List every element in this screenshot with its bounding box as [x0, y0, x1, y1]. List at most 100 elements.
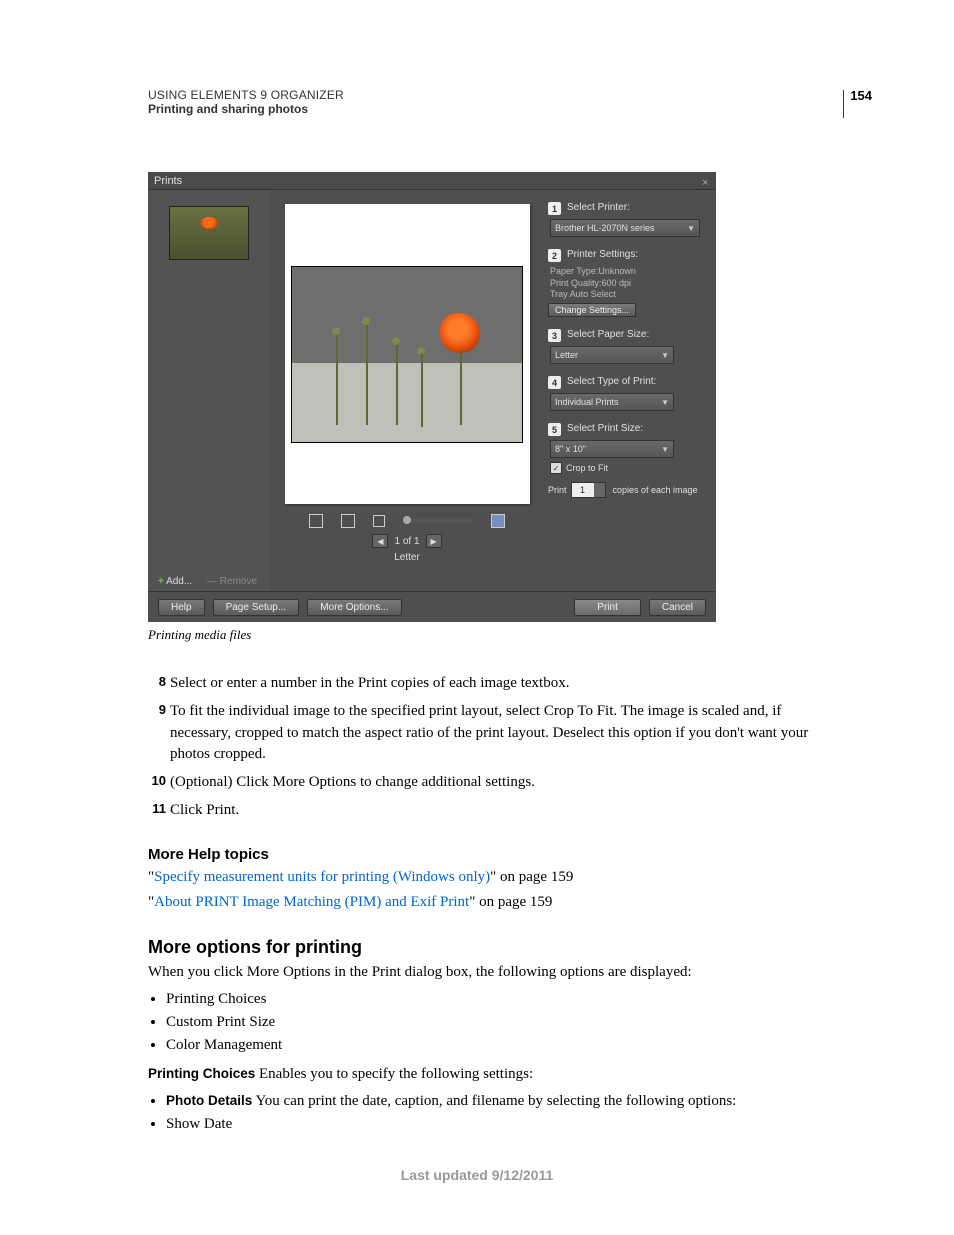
- checkbox-icon: ✓: [550, 462, 562, 474]
- step-8-text: Select or enter a number in the Print co…: [170, 673, 844, 695]
- print-type-value: Individual Prints: [555, 397, 619, 407]
- close-icon[interactable]: ×: [702, 177, 710, 185]
- zoom-out-icon[interactable]: [373, 515, 385, 527]
- printer-dropdown-value: Brother HL-2070N series: [555, 223, 655, 233]
- page-nav: ◀ 1 of 1 ▶: [372, 534, 441, 548]
- help-button[interactable]: Help: [158, 599, 205, 616]
- remove-button[interactable]: Remove: [220, 576, 257, 587]
- bullet-show-date: Show Date: [166, 1116, 844, 1133]
- step-printer-settings: 2Printer Settings: Paper Type:Unknown Pr…: [548, 249, 706, 317]
- step5-label: Select Print Size:: [567, 423, 643, 436]
- change-settings-button[interactable]: Change Settings...: [548, 303, 636, 317]
- instruction-list: 8Select or enter a number in the Print c…: [148, 673, 844, 822]
- paper-size-dropdown[interactable]: Letter ▼: [550, 346, 674, 364]
- copies-row: Print 1 copies of each image: [548, 482, 706, 498]
- step1-label: Select Printer:: [567, 202, 630, 215]
- thumbnail-pane: + Add... — Remove: [148, 190, 270, 591]
- bud-graphic: [362, 317, 370, 325]
- next-page-button[interactable]: ▶: [426, 534, 442, 548]
- section-heading: More options for printing: [148, 937, 844, 958]
- help-ref-2-suffix: " on page 159: [469, 894, 552, 910]
- step-number: 5: [548, 423, 561, 436]
- stem-graphic: [366, 325, 368, 425]
- copies-post: copies of each image: [613, 485, 698, 495]
- step-9-text: To fit the individual image to the speci…: [170, 701, 844, 766]
- step-number-10: 10: [148, 772, 166, 794]
- help-ref-2: "About PRINT Image Matching (PIM) and Ex…: [148, 894, 844, 911]
- print-size-dropdown[interactable]: 8" x 10" ▼: [550, 440, 674, 458]
- printing-choices-sublist: Photo Details You can print the date, ca…: [148, 1093, 844, 1133]
- header-divider: [843, 90, 844, 118]
- stem-graphic: [336, 335, 338, 425]
- cancel-button[interactable]: Cancel: [649, 599, 706, 616]
- section-intro: When you click More Options in the Print…: [148, 962, 844, 983]
- step-number: 1: [548, 202, 561, 215]
- paper-size-value: Letter: [555, 350, 578, 360]
- printing-choices-text: Enables you to specify the following set…: [255, 1066, 533, 1082]
- print-size-value: 8" x 10": [555, 444, 586, 454]
- step-number: 3: [548, 329, 561, 342]
- crop-to-fit-checkbox[interactable]: ✓Crop to Fit: [550, 462, 706, 474]
- help-link-1[interactable]: Specify measurement units for printing (…: [154, 869, 490, 885]
- dialog-body: + Add... — Remove: [148, 190, 716, 591]
- zoom-in-icon[interactable]: [491, 514, 505, 528]
- step3-label: Select Paper Size:: [567, 329, 649, 342]
- step-print-size: 5 Select Print Size: 8" x 10" ▼ ✓Crop to F…: [548, 423, 706, 498]
- bullet-color-mgmt: Color Management: [166, 1037, 844, 1054]
- more-options-button[interactable]: More Options...: [307, 599, 401, 616]
- step-number-11: 11: [148, 800, 166, 822]
- zoom-slider[interactable]: [403, 519, 473, 523]
- plus-icon[interactable]: +: [158, 576, 164, 587]
- add-button[interactable]: Add...: [166, 576, 192, 587]
- step-10-text: (Optional) Click More Options to change …: [170, 772, 844, 794]
- step4-label: Select Type of Print:: [567, 376, 656, 389]
- preview-paper-label: Letter: [394, 552, 420, 563]
- options-list: Printing Choices Custom Print Size Color…: [148, 991, 844, 1054]
- setting-tray: Tray Auto Select: [550, 289, 706, 301]
- doc-header-subtitle: Printing and sharing photos: [148, 102, 844, 116]
- chevron-down-icon: ▼: [687, 224, 695, 233]
- prints-dialog: Prints × + Add... — Remove: [148, 172, 716, 621]
- bullet-printing-choices: Printing Choices: [166, 991, 844, 1008]
- print-type-dropdown[interactable]: Individual Prints ▼: [550, 393, 674, 411]
- photo-details-text: You can print the date, caption, and fil…: [252, 1093, 736, 1109]
- stem-graphic: [396, 345, 398, 425]
- doc-header-title: USING ELEMENTS 9 ORGANIZER: [148, 88, 844, 102]
- photo-details-label: Photo Details: [166, 1093, 252, 1108]
- stem-graphic: [421, 353, 423, 427]
- last-updated: Last updated 9/12/2011: [0, 1167, 954, 1183]
- bud-graphic: [392, 337, 400, 345]
- page-indicator: 1 of 1: [394, 536, 419, 547]
- page-number: 154: [850, 88, 872, 103]
- more-help-heading: More Help topics: [148, 846, 844, 863]
- add-remove-bar: + Add... — Remove: [158, 576, 257, 587]
- preview-pane: ◀ 1 of 1 ▶ Letter: [270, 190, 544, 591]
- orientation-portrait-icon[interactable]: [309, 514, 323, 528]
- chevron-down-icon: ▼: [661, 351, 669, 360]
- chevron-down-icon: ▼: [661, 445, 669, 454]
- copies-spinner[interactable]: 1: [571, 482, 595, 498]
- step-number: 4: [548, 376, 561, 389]
- help-ref-1: "Specify measurement units for printing …: [148, 869, 844, 886]
- orientation-landscape-icon[interactable]: [341, 514, 355, 528]
- preview-image[interactable]: [291, 266, 523, 443]
- print-preview: [285, 204, 530, 504]
- printer-dropdown[interactable]: Brother HL-2070N series ▼: [550, 219, 700, 237]
- page-setup-button[interactable]: Page Setup...: [213, 599, 300, 616]
- prev-page-button[interactable]: ◀: [372, 534, 388, 548]
- printing-choices-label: Printing Choices: [148, 1066, 255, 1081]
- bullet-photo-details: Photo Details You can print the date, ca…: [166, 1093, 844, 1110]
- step2-label: Printer Settings:: [567, 249, 638, 262]
- step-select-printer: 1 Select Printer: Brother HL-2070N series…: [548, 202, 706, 237]
- help-ref-1-suffix: " on page 159: [490, 869, 573, 885]
- thumbnail[interactable]: [169, 206, 249, 260]
- settings-pane: 1 Select Printer: Brother HL-2070N series…: [544, 190, 716, 591]
- setting-paper-type: Paper Type:Unknown: [550, 266, 706, 278]
- minus-icon[interactable]: —: [207, 576, 217, 587]
- print-button[interactable]: Print: [574, 599, 641, 616]
- step-print-type: 4 Select Type of Print: Individual Prints…: [548, 376, 706, 411]
- chevron-down-icon: ▼: [661, 398, 669, 407]
- dialog-title: Prints: [154, 175, 182, 187]
- stem-graphic: [460, 351, 462, 425]
- help-link-2[interactable]: About PRINT Image Matching (PIM) and Exi…: [154, 894, 469, 910]
